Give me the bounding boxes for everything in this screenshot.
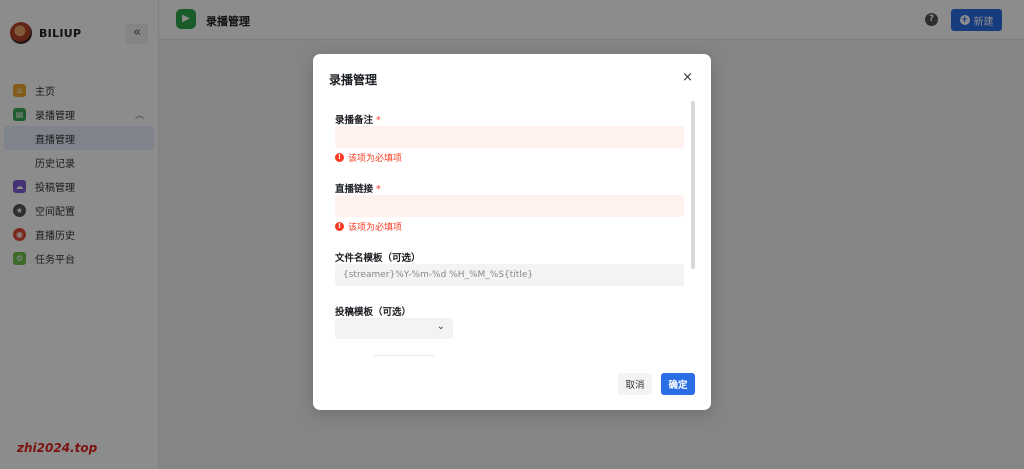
error-icon: ! [335, 222, 344, 231]
filename-template-label: 文件名模板（可选） [335, 253, 421, 264]
link-label: 直播链接 * [335, 181, 381, 195]
confirm-button[interactable]: 确定 [661, 373, 695, 395]
note-error-text: 该项为必填项 [348, 154, 403, 164]
cancel-button[interactable]: 取消 [618, 373, 652, 395]
filename-template-input[interactable]: {streamer}%Y-%m-%d %H_%M_%S{title} [335, 264, 684, 286]
upload-template-label: 投稿模板（可选） [335, 307, 412, 318]
link-label-text: 直播链接 [335, 184, 374, 195]
note-input[interactable] [335, 126, 684, 148]
link-input[interactable] [335, 195, 684, 217]
dialog-title: 录播管理 [329, 73, 378, 87]
close-icon[interactable]: × [682, 70, 693, 85]
note-error: ! 该项为必填项 [335, 151, 402, 164]
record-manage-dialog: 录播管理 × 录播备注 * ! 该项为必填项 直播链接 * ! 该项为必填项 文件名… [313, 54, 711, 410]
required-mark: * [376, 184, 381, 195]
note-label: 录播备注 * [335, 112, 381, 126]
link-error-text: 该项为必填项 [348, 223, 403, 233]
dialog-scrollbar[interactable] [691, 101, 695, 269]
link-error: ! 该项为必填项 [335, 220, 402, 233]
required-mark: * [376, 115, 381, 126]
chevron-down-icon: ⌄ [436, 321, 445, 332]
error-icon: ! [335, 153, 344, 162]
note-label-text: 录播备注 [335, 115, 374, 126]
upload-template-select[interactable]: ⌄ [335, 318, 453, 339]
divider [374, 355, 434, 356]
